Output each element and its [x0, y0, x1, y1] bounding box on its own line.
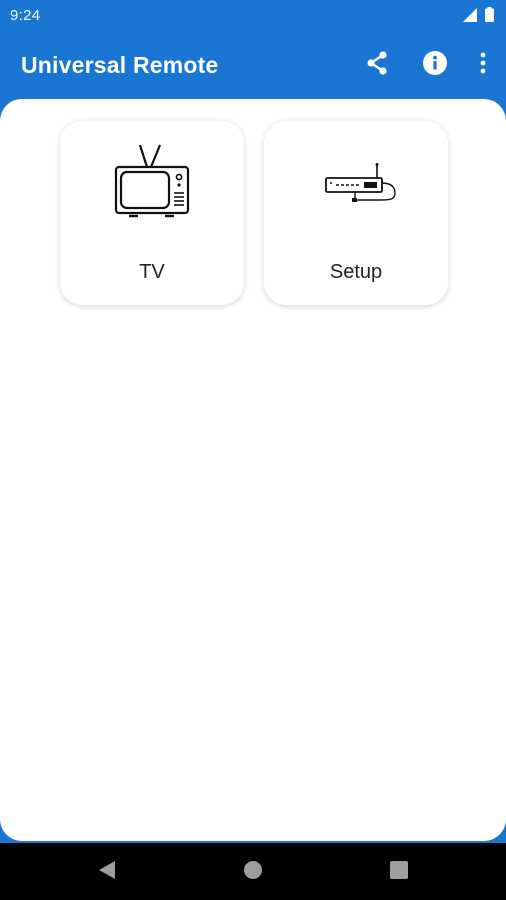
home-icon	[243, 860, 263, 885]
set-top-box-icon	[311, 161, 401, 214]
share-button[interactable]	[352, 40, 402, 90]
main-content: TV Setup	[0, 99, 506, 841]
info-icon	[422, 50, 448, 81]
more-options-button[interactable]	[460, 40, 506, 90]
setup-label: Setup	[329, 261, 383, 283]
battery-icon	[485, 7, 494, 27]
more-vert-icon	[479, 51, 487, 80]
status-bar: 9:24	[0, 0, 506, 32]
back-button[interactable]	[92, 857, 122, 887]
status-time: 9:24	[10, 7, 41, 24]
info-button[interactable]	[410, 40, 460, 90]
navigation-bar	[0, 843, 506, 900]
tv-tile[interactable]: TV	[60, 121, 244, 305]
setup-tile[interactable]: Setup	[264, 121, 448, 305]
home-button[interactable]	[238, 857, 268, 887]
recents-icon	[390, 860, 408, 884]
share-icon	[364, 50, 390, 81]
app-actions	[352, 32, 506, 98]
cellular-signal-icon	[463, 7, 477, 27]
app-bar: Universal Remote	[0, 32, 506, 98]
screen: 9:24 Universal Remote TV Setup	[0, 0, 506, 900]
back-icon	[98, 860, 116, 885]
recents-button[interactable]	[384, 857, 414, 887]
app-title: Universal Remote	[21, 52, 219, 78]
tv-icon	[114, 141, 190, 226]
tv-label: TV	[139, 261, 165, 283]
status-icons	[463, 7, 494, 27]
